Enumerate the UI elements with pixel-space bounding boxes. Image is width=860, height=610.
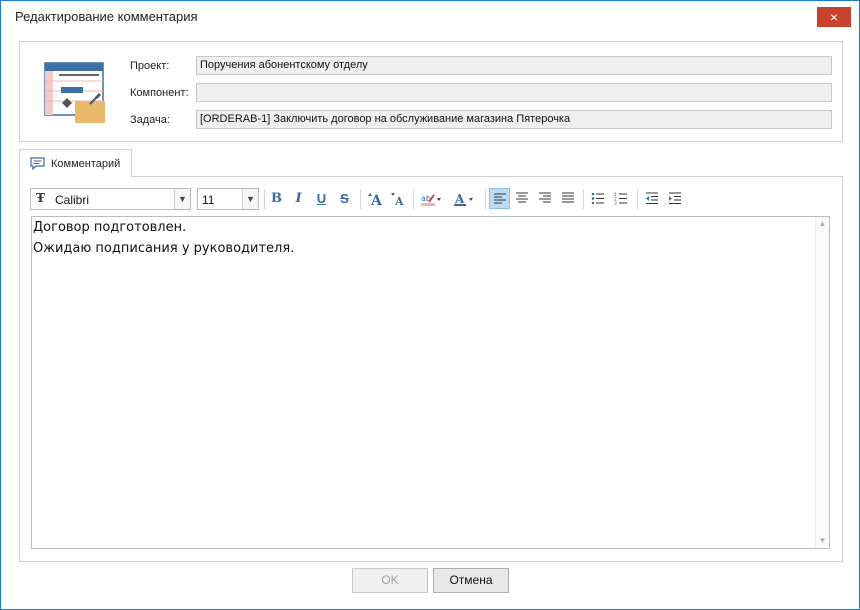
toolbar-divider <box>583 189 584 209</box>
font-color-button[interactable]: A <box>450 188 478 209</box>
highlight-icon: ab <box>421 194 441 206</box>
numbered-list-icon: 1 2 3 <box>614 192 627 205</box>
title-bar: Редактирование комментария × <box>1 1 859 31</box>
ok-button[interactable]: OK <box>352 568 428 593</box>
decrease-indent-button[interactable] <box>642 188 663 209</box>
tab-comment-label: Комментарий <box>51 158 121 170</box>
font-size-value: 11 <box>202 193 215 207</box>
font-size-select[interactable]: 11 ▼ <box>197 188 259 210</box>
gantt-task-icon <box>44 62 105 123</box>
dialog-window: Редактирование комментария × Проект: Пор… <box>0 0 860 610</box>
align-justify-icon <box>562 192 574 203</box>
grow-font-button[interactable]: A <box>364 188 385 209</box>
comment-editor[interactable]: Договор подготовлен. Ожидаю подписания у… <box>31 216 830 549</box>
increase-indent-icon <box>669 192 681 204</box>
shrink-font-button[interactable]: A <box>387 188 408 209</box>
tab-comment[interactable]: Комментарий <box>19 149 132 177</box>
task-label: Задача: <box>130 114 170 126</box>
scroll-down-icon[interactable]: ▼ <box>816 534 829 548</box>
editor-line: Договор подготовлен. <box>33 220 187 235</box>
align-left-icon <box>494 193 506 204</box>
align-left-button[interactable] <box>489 188 510 209</box>
chevron-down-icon[interactable]: ▼ <box>242 189 258 209</box>
svg-text:A: A <box>454 192 465 206</box>
font-color-icon: A <box>454 192 473 206</box>
svg-text:A: A <box>370 193 383 206</box>
project-label: Проект: <box>130 60 170 72</box>
increase-indent-button[interactable] <box>665 188 686 209</box>
scroll-up-icon[interactable]: ▲ <box>816 217 829 231</box>
bullet-list-button[interactable] <box>588 188 609 209</box>
align-justify-button[interactable] <box>558 188 579 209</box>
chevron-down-icon[interactable]: ▼ <box>174 189 190 209</box>
bullet-list-icon <box>591 192 604 205</box>
font-family-select[interactable]: Ŧ Calibri ▼ <box>30 188 191 210</box>
toolbar-divider <box>485 189 486 209</box>
window-title: Редактирование комментария <box>15 9 198 24</box>
toolbar-divider <box>413 189 414 209</box>
format-toolbar: Ŧ Calibri ▼ 11 ▼ B I U S A A ab A 1 2 3 <box>30 188 830 210</box>
decrease-indent-icon <box>646 192 658 204</box>
task-field: [ORDERAB-1] Заключить договор на обслужи… <box>196 110 832 129</box>
task-info-panel: Проект: Поручения абонентскому отделу Ко… <box>19 41 843 142</box>
highlight-color-button[interactable]: ab <box>417 188 445 209</box>
close-button[interactable]: × <box>817 7 851 27</box>
svg-text:A: A <box>394 195 404 206</box>
align-center-icon <box>516 192 528 203</box>
toolbar-divider <box>360 189 361 209</box>
align-center-button[interactable] <box>512 188 533 209</box>
svg-text:3: 3 <box>614 201 617 205</box>
align-right-button[interactable] <box>535 188 556 209</box>
comment-icon <box>30 157 45 170</box>
component-field <box>196 83 832 102</box>
bold-button[interactable]: B <box>266 188 287 209</box>
font-family-value: Calibri <box>55 193 90 207</box>
underline-button[interactable]: U <box>311 188 332 209</box>
shrink-font-icon: A <box>391 193 404 206</box>
numbered-list-button[interactable]: 1 2 3 <box>611 188 632 209</box>
align-right-icon <box>539 192 551 203</box>
project-field: Поручения абонентскому отделу <box>196 56 832 75</box>
component-label: Компонент: <box>130 87 189 99</box>
editor-line: Ожидаю подписания у руководителя. <box>33 241 295 256</box>
close-icon: × <box>829 9 839 25</box>
vertical-scrollbar[interactable]: ▲ ▼ <box>815 217 829 548</box>
italic-button[interactable]: I <box>288 188 309 209</box>
font-family-icon: Ŧ <box>36 191 45 205</box>
grow-font-icon: A <box>368 193 383 206</box>
strikethrough-button[interactable]: S <box>334 188 355 209</box>
toolbar-divider <box>264 189 265 209</box>
cancel-button[interactable]: Отмена <box>433 568 509 593</box>
toolbar-divider <box>637 189 638 209</box>
